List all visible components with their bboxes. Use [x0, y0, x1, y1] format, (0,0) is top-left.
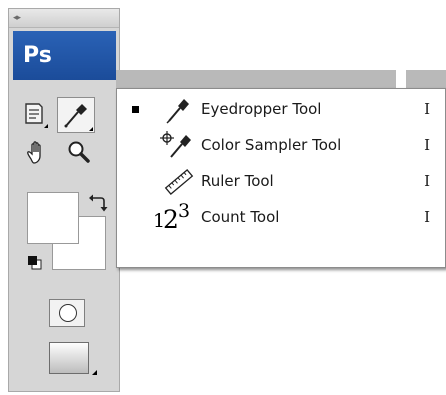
- menu-item-label: Ruler Tool: [201, 172, 274, 190]
- menu-item-ruler-tool[interactable]: Ruler Tool I: [117, 163, 443, 199]
- eyedropper-icon: [166, 99, 189, 124]
- eyedropper-tools-flyout: Eyedropper Tool I Color Sampler Tool I R…: [116, 88, 446, 268]
- menu-item-shortcut: I: [424, 208, 430, 226]
- menu-item-eyedropper-tool[interactable]: Eyedropper Tool I: [117, 91, 443, 127]
- more-tools-indicator: [89, 127, 93, 131]
- more-tools-indicator: [44, 124, 48, 128]
- tools-panel: ◂▸ Ps: [8, 8, 120, 392]
- hand-tool-button[interactable]: [21, 137, 51, 167]
- menu-item-shortcut: I: [424, 136, 430, 154]
- menu-item-count-tool[interactable]: 1 2 3 Count Tool I: [117, 199, 443, 235]
- panel-grip[interactable]: ◂▸: [9, 9, 119, 28]
- eyedropper-icon: [64, 104, 87, 128]
- menu-item-label: Count Tool: [201, 208, 280, 226]
- ruler-icon: [164, 169, 194, 195]
- swap-colors-icon[interactable]: [87, 192, 109, 214]
- eyedropper-tool-button[interactable]: [57, 97, 95, 133]
- menu-item-color-sampler-tool[interactable]: Color Sampler Tool I: [117, 127, 443, 163]
- notes-tool-button[interactable]: [19, 99, 49, 129]
- menu-item-shortcut: I: [424, 100, 430, 118]
- default-colors-icon[interactable]: [27, 255, 43, 271]
- logo-text: Ps: [23, 43, 52, 68]
- foreground-color-swatch[interactable]: [27, 192, 79, 244]
- color-sampler-icon: [160, 131, 191, 158]
- quick-mask-button[interactable]: [49, 299, 85, 327]
- more-tools-indicator: [92, 370, 97, 375]
- screen-mode-button[interactable]: [49, 342, 89, 374]
- magnifier-icon: [68, 141, 90, 163]
- menu-item-shortcut: I: [424, 172, 430, 190]
- menu-item-label: Color Sampler Tool: [201, 136, 342, 154]
- menu-item-label: Eyedropper Tool: [201, 100, 322, 118]
- collapse-arrows-icon[interactable]: ◂▸: [13, 12, 21, 23]
- selected-indicator: [132, 106, 139, 113]
- hand-icon: [27, 141, 41, 164]
- zoom-tool-button[interactable]: [63, 137, 93, 167]
- circle-in-square-icon: [59, 304, 77, 322]
- photoshop-logo[interactable]: Ps: [13, 31, 116, 80]
